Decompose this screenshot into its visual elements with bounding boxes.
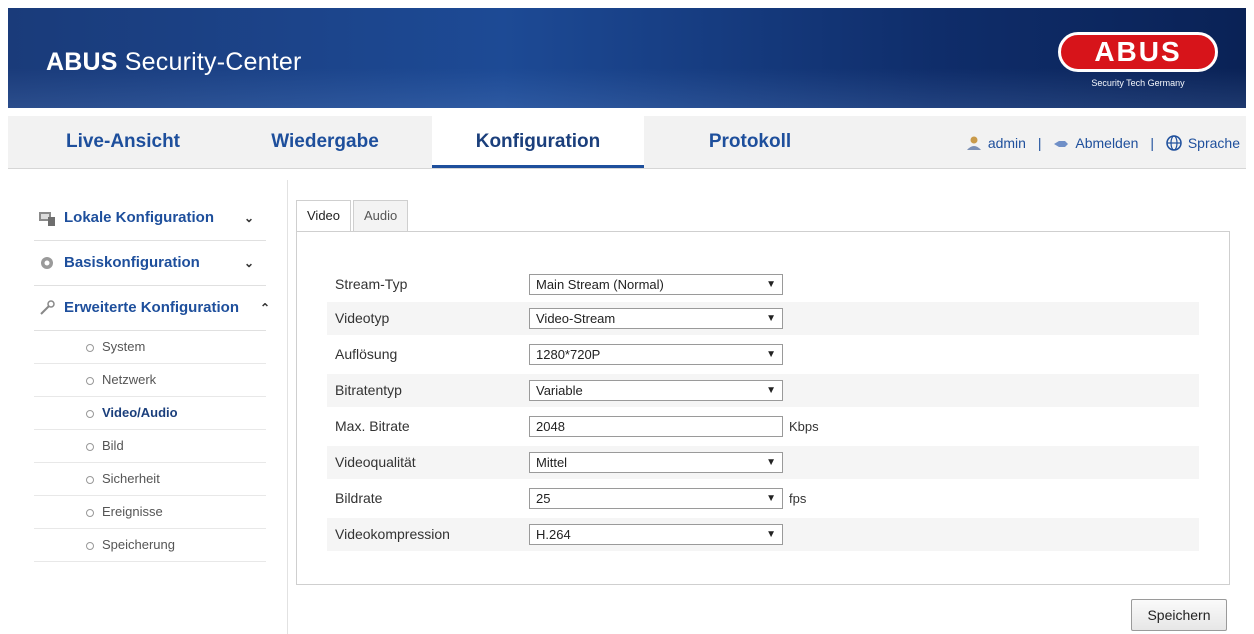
form-row-videotyp: Videotyp Video-Stream ▼	[327, 302, 1199, 335]
sidebar-section-label: Lokale Konfiguration	[64, 209, 214, 226]
tab-live-ansicht[interactable]: Live-Ansicht	[28, 116, 218, 168]
dropdown-arrow-icon: ▼	[766, 385, 776, 396]
select-value: H.264	[536, 527, 571, 542]
sidebar-item-label: Ereignisse	[102, 504, 163, 519]
bildrate-select[interactable]: 25 ▼	[529, 488, 783, 509]
logo-tagline: Security Tech Germany	[1091, 78, 1185, 88]
chevron-down-icon: ⌄	[243, 256, 254, 270]
dropdown-arrow-icon: ▼	[766, 457, 776, 468]
sidebar-item-label: Bild	[102, 438, 124, 453]
dropdown-arrow-icon: ▼	[766, 279, 776, 290]
select-value: Main Stream (Normal)	[536, 277, 664, 292]
sidebar-item-bild[interactable]: Bild	[34, 430, 266, 463]
sidebar-item-speicherung[interactable]: Speicherung	[34, 529, 266, 562]
form-row-bildrate: Bildrate 25 ▼ fps	[327, 482, 1199, 515]
header-banner: ABUS Security-Center ABUS Security Tech …	[8, 8, 1246, 108]
chevron-down-icon: ⌄	[243, 211, 254, 225]
field-label: Max. Bitrate	[335, 418, 410, 434]
dropdown-arrow-icon: ▼	[766, 529, 776, 540]
field-label: Stream-Typ	[335, 276, 408, 292]
aufloesung-select[interactable]: 1280*720P ▼	[529, 344, 783, 365]
sidebar-item-label: System	[102, 339, 146, 354]
subtabs: Video Audio	[296, 200, 410, 233]
field-label: Videoqualität	[335, 454, 416, 470]
sidebar-item-label: Sicherheit	[102, 471, 160, 486]
abus-logo: ABUS Security Tech Germany	[1058, 32, 1218, 96]
form-row-videoqualitaet: Videoqualität Mittel ▼	[327, 446, 1199, 479]
sidebar-section-lokale-konfiguration[interactable]: Lokale Konfiguration ⌄	[34, 196, 266, 241]
sidebar-section-label: Erweiterte Konfiguration	[64, 299, 240, 316]
unit-label: fps	[789, 491, 807, 506]
computer-icon	[39, 212, 55, 227]
language-link[interactable]: Sprache	[1188, 117, 1240, 169]
videotyp-select[interactable]: Video-Stream ▼	[529, 308, 783, 329]
tab-audio[interactable]: Audio	[353, 200, 409, 231]
sidebar-item-label: Netzwerk	[102, 372, 157, 387]
sidebar-item-ereignisse[interactable]: Ereignisse	[34, 496, 266, 529]
sidebar-item-netzwerk[interactable]: Netzwerk	[34, 364, 266, 397]
field-label: Auflösung	[335, 346, 398, 362]
globe-icon	[1166, 135, 1182, 152]
chevron-up-icon: ⌃	[259, 301, 270, 315]
form-row-stream-typ: Stream-Typ Main Stream (Normal) ▼	[327, 268, 1199, 301]
logo-wordmark: ABUS	[1058, 32, 1218, 72]
app-title-brand: ABUS	[46, 48, 118, 76]
tab-konfiguration[interactable]: Konfiguration	[432, 116, 644, 168]
field-label: Videotyp	[335, 310, 390, 326]
form-row-max-bitrate: Max. Bitrate 2048 Kbps	[327, 410, 1199, 443]
select-value: Video-Stream	[536, 311, 616, 326]
save-button[interactable]: Speichern	[1131, 599, 1227, 631]
sidebar-item-system[interactable]: System	[34, 331, 266, 364]
bullet-icon	[86, 442, 94, 451]
videokompression-select[interactable]: H.264 ▼	[529, 524, 783, 545]
username[interactable]: admin	[988, 117, 1026, 169]
sidebar-item-label: Speicherung	[102, 537, 175, 552]
bullet-icon	[86, 541, 94, 550]
bitratentyp-select[interactable]: Variable ▼	[529, 380, 783, 401]
select-value: 1280*720P	[536, 347, 601, 362]
sidebar-item-sicherheit[interactable]: Sicherheit	[34, 463, 266, 496]
sidebar-section-erweiterte-konfiguration[interactable]: Erweiterte Konfiguration ⌃	[34, 286, 270, 331]
dropdown-arrow-icon: ▼	[766, 313, 776, 324]
dropdown-arrow-icon: ▼	[766, 349, 776, 360]
max-bitrate-input[interactable]: 2048	[529, 416, 783, 437]
app-title-product: Security-Center	[124, 48, 302, 76]
select-value: Mittel	[536, 455, 568, 470]
form-row-bitratentyp: Bitratentyp Variable ▼	[327, 374, 1199, 407]
unit-label: Kbps	[789, 419, 819, 434]
select-value: Variable	[536, 383, 583, 398]
gear-icon	[41, 257, 53, 270]
field-label: Videokompression	[335, 526, 450, 542]
sidebar-section-basiskonfiguration[interactable]: Basiskonfiguration ⌄	[34, 241, 266, 286]
divider	[287, 180, 288, 634]
videoqualitaet-select[interactable]: Mittel ▼	[529, 452, 783, 473]
tab-wiedergabe[interactable]: Wiedergabe	[230, 116, 420, 168]
wrench-icon	[40, 300, 55, 315]
sidebar: Lokale Konfiguration ⌄ Basiskonfiguratio…	[34, 196, 270, 562]
user-menu: admin | Abmelden | Sprache	[966, 116, 1240, 168]
sidebar-item-label: Video/Audio	[102, 405, 178, 420]
logout-icon	[1054, 141, 1069, 148]
bullet-icon	[86, 376, 94, 385]
tab-video[interactable]: Video	[296, 200, 352, 233]
bullet-icon	[86, 409, 94, 418]
select-value: 25	[536, 491, 551, 506]
bullet-icon	[86, 508, 94, 517]
field-label: Bitratentyp	[335, 382, 402, 398]
bullet-icon	[86, 475, 94, 484]
field-label: Bildrate	[335, 490, 383, 506]
stream-typ-select[interactable]: Main Stream (Normal) ▼	[529, 274, 783, 295]
form-row-aufloesung: Auflösung 1280*720P ▼	[327, 338, 1199, 371]
main-nav: Live-Ansicht Wiedergabe Konfiguration Pr…	[8, 116, 1246, 169]
sidebar-section-label: Basiskonfiguration	[64, 254, 200, 271]
logout-link[interactable]: Abmelden	[1075, 117, 1138, 169]
dropdown-arrow-icon: ▼	[766, 493, 776, 504]
bullet-icon	[86, 343, 94, 352]
app-title: ABUS Security-Center	[46, 48, 301, 77]
sidebar-item-video-audio[interactable]: Video/Audio	[34, 397, 266, 430]
video-settings-panel: Stream-Typ Main Stream (Normal) ▼ Videoty…	[296, 231, 1230, 585]
tab-protokoll[interactable]: Protokoll	[650, 116, 850, 168]
user-icon	[966, 136, 981, 151]
form-row-videokompression: Videokompression H.264 ▼	[327, 518, 1199, 551]
